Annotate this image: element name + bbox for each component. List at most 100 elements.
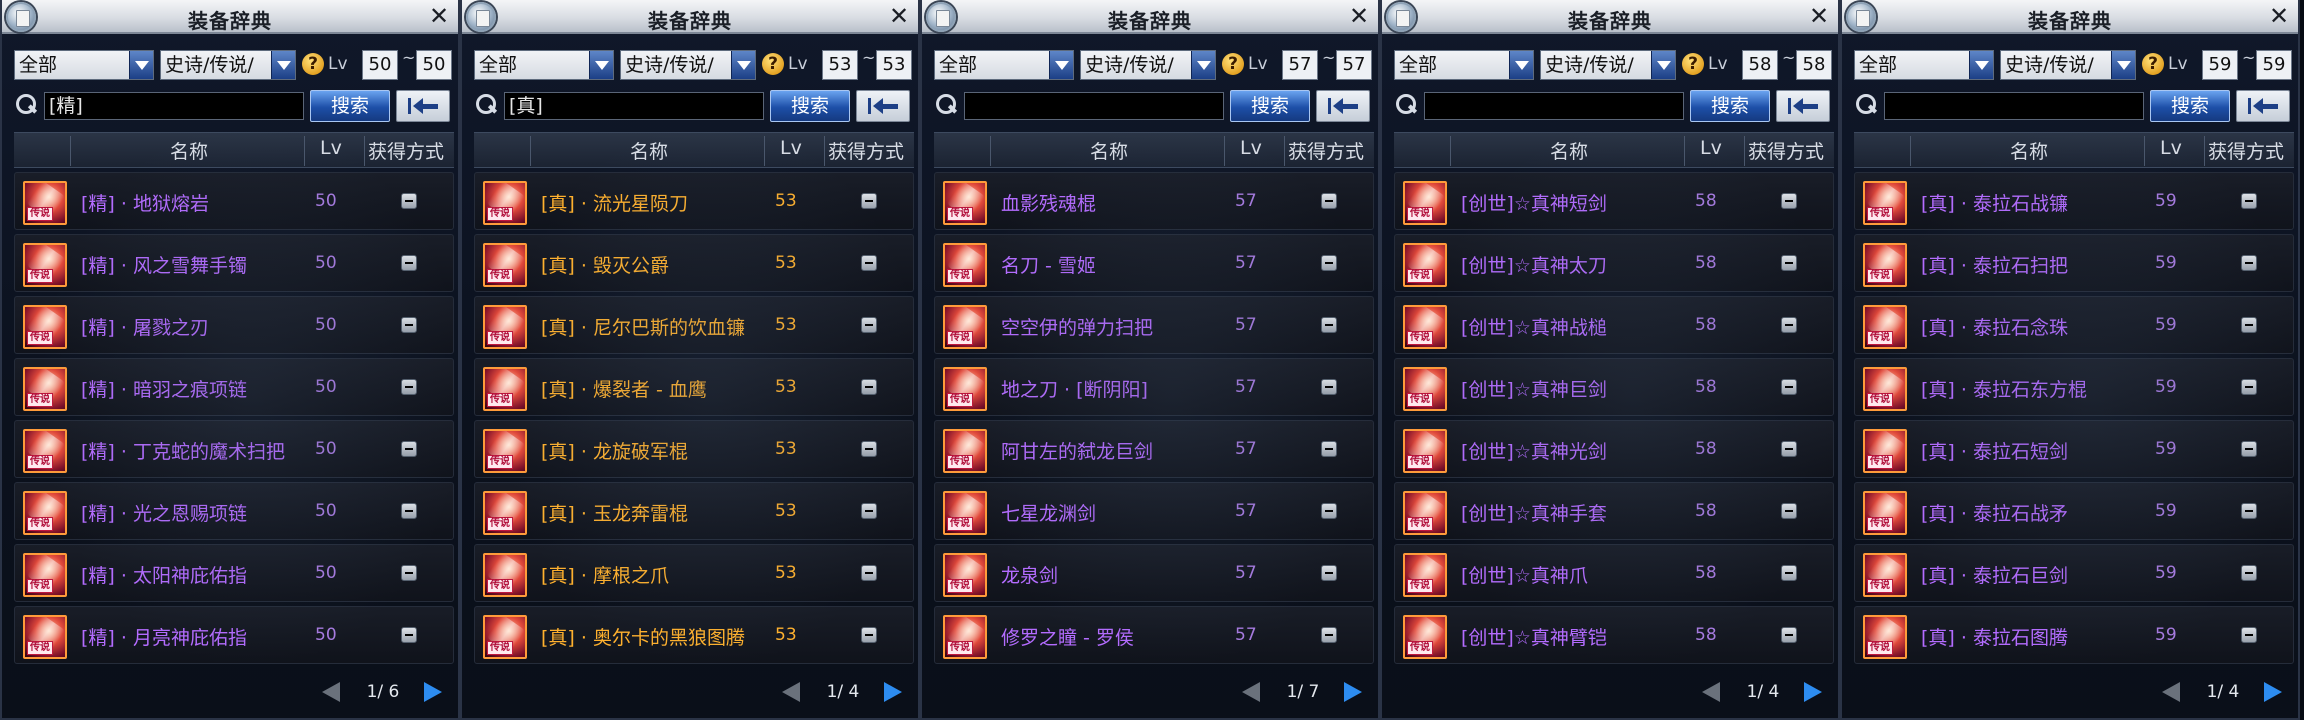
item-icon[interactable]: 传说 [1403, 553, 1447, 597]
item-icon[interactable]: 传说 [1863, 181, 1907, 225]
item-icon[interactable]: 传说 [1403, 367, 1447, 411]
obtain-method-icon[interactable] [2241, 317, 2257, 333]
search-button[interactable]: 搜索 [770, 90, 850, 122]
category-select[interactable]: 全部 [934, 50, 1074, 80]
item-name[interactable]: 七星龙渊剑 [1001, 499, 1096, 526]
level-min-input[interactable]: 50 [362, 50, 398, 80]
rarity-select[interactable]: 史诗/传说/ [1080, 50, 1216, 80]
obtain-method-icon[interactable] [401, 627, 417, 643]
obtain-method-icon[interactable] [1321, 503, 1337, 519]
level-min-input[interactable]: 59 [2202, 50, 2238, 80]
item-icon[interactable]: 传说 [1863, 243, 1907, 287]
back-button[interactable] [1776, 90, 1830, 122]
obtain-method-icon[interactable] [861, 627, 877, 643]
next-page-icon[interactable] [884, 682, 902, 702]
rarity-select[interactable]: 史诗/传说/ [1540, 50, 1676, 80]
table-row[interactable]: 传说 [真] · 毁灭公爵 53 [474, 234, 914, 292]
close-button[interactable]: ✕ [426, 3, 452, 29]
obtain-method-icon[interactable] [401, 193, 417, 209]
item-name[interactable]: [真] · 龙旋破军棍 [541, 437, 688, 464]
obtain-method-icon[interactable] [2241, 627, 2257, 643]
table-row[interactable]: 传说 [真] · 爆裂者 - 血鹰 53 [474, 358, 914, 416]
table-row[interactable]: 传说 [真] · 泰拉石短剑 59 [1854, 420, 2294, 478]
table-row[interactable]: 传说 [真] · 玉龙奔雷棍 53 [474, 482, 914, 540]
search-button[interactable]: 搜索 [1230, 90, 1310, 122]
item-name[interactable]: [精] · 月亮神庇佑指 [81, 623, 247, 650]
item-icon[interactable]: 传说 [483, 243, 527, 287]
next-page-icon[interactable] [1804, 682, 1822, 702]
level-max-input[interactable]: 57 [1336, 50, 1372, 80]
back-button[interactable] [2236, 90, 2290, 122]
item-icon[interactable]: 传说 [943, 243, 987, 287]
table-row[interactable]: 传说 [精] · 丁克蛇的魔术扫把 50 [14, 420, 454, 478]
item-name[interactable]: [真] · 泰拉石念珠 [1921, 313, 2068, 340]
item-name[interactable]: [真] · 泰拉石东方棍 [1921, 375, 2087, 402]
item-name[interactable]: [创世]☆真神太刀 [1461, 251, 1607, 278]
obtain-method-icon[interactable] [861, 255, 877, 271]
close-button[interactable]: ✕ [1346, 3, 1372, 29]
table-row[interactable]: 传说 [创世]☆真神巨剑 58 [1394, 358, 1834, 416]
table-row[interactable]: 传说 空空伊的弹力扫把 57 [934, 296, 1374, 354]
item-icon[interactable]: 传说 [943, 429, 987, 473]
table-row[interactable]: 传说 [真] · 泰拉石战镰 59 [1854, 172, 2294, 230]
obtain-method-icon[interactable] [861, 379, 877, 395]
item-name[interactable]: 名刀 - 雪姬 [1001, 251, 1096, 278]
table-row[interactable]: 传说 [创世]☆真神臂铠 58 [1394, 606, 1834, 664]
table-row[interactable]: 传说 阿甘左的弑龙巨剑 57 [934, 420, 1374, 478]
item-name[interactable]: [创世]☆真神臂铠 [1461, 623, 1607, 650]
obtain-method-icon[interactable] [401, 565, 417, 581]
table-row[interactable]: 传说 [精] · 屠戮之刃 50 [14, 296, 454, 354]
table-row[interactable]: 传说 [创世]☆真神太刀 58 [1394, 234, 1834, 292]
obtain-method-icon[interactable] [1781, 255, 1797, 271]
obtain-method-icon[interactable] [2241, 379, 2257, 395]
item-name[interactable]: [精] · 风之雪舞手镯 [81, 251, 247, 278]
item-name[interactable]: [真] · 爆裂者 - 血鹰 [541, 375, 707, 402]
table-row[interactable]: 传说 [精] · 暗羽之痕项链 50 [14, 358, 454, 416]
table-row[interactable]: 传说 [真] · 泰拉石图腾 59 [1854, 606, 2294, 664]
prev-page-icon[interactable] [782, 682, 800, 702]
obtain-method-icon[interactable] [2241, 503, 2257, 519]
item-name[interactable]: [真] · 奥尔卡的黑狼图腾 [541, 623, 745, 650]
table-row[interactable]: 传说 [精] · 光之恩赐项链 50 [14, 482, 454, 540]
table-row[interactable]: 传说 龙泉剑 57 [934, 544, 1374, 602]
obtain-method-icon[interactable] [1321, 379, 1337, 395]
search-input[interactable]: [精] [44, 92, 304, 120]
item-name[interactable]: [创世]☆真神手套 [1461, 499, 1607, 526]
chevron-down-icon[interactable] [129, 51, 153, 79]
item-icon[interactable]: 传说 [1863, 429, 1907, 473]
item-icon[interactable]: 传说 [943, 553, 987, 597]
obtain-method-icon[interactable] [1781, 317, 1797, 333]
chevron-down-icon[interactable] [1969, 51, 1993, 79]
item-icon[interactable]: 传说 [23, 243, 67, 287]
item-name[interactable]: [真] · 流光星陨刀 [541, 189, 688, 216]
help-icon[interactable]: ? [1222, 53, 1244, 75]
next-page-icon[interactable] [2264, 682, 2282, 702]
category-select[interactable]: 全部 [14, 50, 154, 80]
chevron-down-icon[interactable] [589, 51, 613, 79]
item-name[interactable]: [创世]☆真神爪 [1461, 561, 1588, 588]
item-name[interactable]: [真] · 泰拉石图腾 [1921, 623, 2068, 650]
table-row[interactable]: 传说 七星龙渊剑 57 [934, 482, 1374, 540]
back-button[interactable] [396, 90, 450, 122]
table-row[interactable]: 传说 [真] · 泰拉石念珠 59 [1854, 296, 2294, 354]
table-row[interactable]: 传说 [创世]☆真神爪 58 [1394, 544, 1834, 602]
rarity-select[interactable]: 史诗/传说/ [2000, 50, 2136, 80]
item-name[interactable]: [精] · 丁克蛇的魔术扫把 [81, 437, 285, 464]
prev-page-icon[interactable] [322, 682, 340, 702]
table-row[interactable]: 传说 血影残魂棍 57 [934, 172, 1374, 230]
obtain-method-icon[interactable] [401, 255, 417, 271]
search-input[interactable] [1424, 92, 1684, 120]
item-name[interactable]: [精] · 太阳神庇佑指 [81, 561, 247, 588]
item-name[interactable]: [真] · 毁灭公爵 [541, 251, 669, 278]
obtain-method-icon[interactable] [1321, 255, 1337, 271]
chevron-down-icon[interactable] [271, 51, 295, 79]
item-name[interactable]: [创世]☆真神战槌 [1461, 313, 1607, 340]
obtain-method-icon[interactable] [1321, 627, 1337, 643]
search-input[interactable]: [真] [504, 92, 764, 120]
item-icon[interactable]: 传说 [943, 181, 987, 225]
item-name[interactable]: 地之刀 · [断阴阳] [1001, 375, 1148, 402]
item-name[interactable]: 修罗之瞳 - 罗侯 [1001, 623, 1134, 650]
table-row[interactable]: 传说 [创世]☆真神手套 58 [1394, 482, 1834, 540]
item-icon[interactable]: 传说 [1403, 491, 1447, 535]
prev-page-icon[interactable] [1702, 682, 1720, 702]
